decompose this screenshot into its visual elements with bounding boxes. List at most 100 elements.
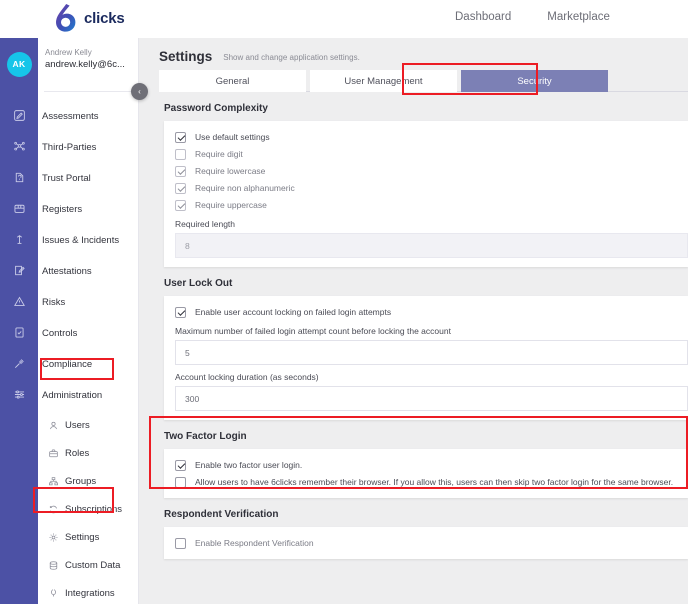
sidebar-item-users[interactable]: Users xyxy=(38,411,138,439)
required-length-input[interactable]: 8 xyxy=(175,233,688,258)
rail-icon-compliance[interactable] xyxy=(0,348,38,379)
max-attempts-input[interactable]: 5 xyxy=(175,340,688,365)
field-label-required-length: Required length xyxy=(175,219,236,229)
checkbox-require-non-alphanumeric[interactable] xyxy=(175,182,186,194)
top-bar: clicks Dashboard Marketplace xyxy=(0,0,688,38)
top-navigation: Dashboard Marketplace xyxy=(455,11,610,23)
panel-user-lock-out: Enable user account locking on failed lo… xyxy=(164,296,688,420)
administration-highlight xyxy=(40,358,114,380)
icon-rail: AK xyxy=(0,38,38,604)
checkbox-label: Require uppercase xyxy=(195,200,267,210)
field-label-max-attempts: Maximum number of failed login attempt c… xyxy=(175,326,451,336)
section-title-user-lock-out: User Lock Out xyxy=(164,278,233,289)
sidebar-collapse-button[interactable]: ‹ xyxy=(131,83,148,100)
checkbox-label: Require lowercase xyxy=(195,166,266,176)
sidebar-item-third-parties[interactable]: Third-Parties xyxy=(38,132,138,163)
checkbox-enable-respondent-verification[interactable] xyxy=(175,537,186,549)
rail-icon-registers[interactable] xyxy=(0,193,38,224)
checkbox-row-require-lowercase[interactable]: Require lowercase xyxy=(164,164,688,178)
section-title-respondent-verification: Respondent Verification xyxy=(164,509,279,520)
checkbox-row-enable-respondent-verification[interactable]: Enable Respondent Verification xyxy=(164,536,688,550)
checkbox-require-uppercase[interactable] xyxy=(175,199,186,211)
rail-icon-assessments[interactable] xyxy=(0,100,38,131)
settings-highlight xyxy=(33,487,114,513)
checkbox-row-use-default-settings[interactable]: Use default settings xyxy=(164,130,688,144)
checkbox-label: Enable Respondent Verification xyxy=(195,538,314,548)
rail-icon-trust-portal[interactable] xyxy=(0,162,38,193)
warning-triangle-icon xyxy=(13,296,25,306)
page-title: Settings xyxy=(159,49,213,64)
sidebar-item-trust-portal[interactable]: Trust Portal xyxy=(38,163,138,194)
sidebar-sub-label: Custom Data xyxy=(65,559,121,571)
avatar[interactable]: AK xyxy=(6,51,32,77)
plug-icon xyxy=(51,589,56,597)
topnav-item-dashboard[interactable]: Dashboard xyxy=(455,11,511,23)
document-signature-icon xyxy=(14,265,25,276)
sliders-icon xyxy=(14,390,24,399)
user-block[interactable]: Andrew Kelly andrew.kelly@6c... xyxy=(38,38,138,90)
checkbox-label: Enable user account locking on failed lo… xyxy=(195,307,392,317)
sidebar-item-assessments[interactable]: Assessments xyxy=(38,101,138,132)
checkbox-row-require-non-alphanumeric[interactable]: Require non alphanumeric xyxy=(164,181,688,195)
sidebar-item-roles[interactable]: Roles xyxy=(38,439,138,467)
sidebar-item-settings[interactable]: Settings xyxy=(38,523,138,551)
sidebar-item-issues-incidents[interactable]: Issues & Incidents xyxy=(38,225,138,256)
sidebar-item-risks[interactable]: Risks xyxy=(38,287,138,318)
gavel-icon xyxy=(14,359,24,369)
sidebar-item-list: Assessments Third-Parties Trust Portal R… xyxy=(38,92,138,604)
rail-icon-list xyxy=(0,90,38,410)
rail-icon-risks[interactable] xyxy=(0,286,38,317)
rail-icon-attestations[interactable] xyxy=(0,255,38,286)
checkbox-row-enable-user-lockout[interactable]: Enable user account locking on failed lo… xyxy=(164,305,688,319)
sidebar-item-integrations[interactable]: Integrations xyxy=(38,579,138,604)
sidebar-item-attestations[interactable]: Attestations xyxy=(38,256,138,287)
chevron-left-icon: ‹ xyxy=(138,86,141,96)
sidebar-sub-label: Settings xyxy=(65,531,100,543)
sidebar-sub-label: Groups xyxy=(65,475,97,487)
checkbox-row-require-digit[interactable]: Require digit xyxy=(164,147,688,161)
two-factor-login-highlight xyxy=(149,416,688,489)
brand-logo[interactable]: clicks xyxy=(52,2,125,34)
archive-box-icon xyxy=(13,204,25,213)
rail-icon-controls[interactable] xyxy=(0,317,38,348)
sidebar-sub-label: Users xyxy=(65,419,90,431)
tab-general[interactable]: General xyxy=(159,70,306,92)
main-content: Settings Show and change application set… xyxy=(139,38,688,604)
user-name: Andrew Kelly xyxy=(45,48,92,57)
rail-icon-administration[interactable] xyxy=(0,379,38,410)
sidebar-item-custom-data[interactable]: Custom Data xyxy=(38,551,138,579)
sidebar-sub-label: Roles xyxy=(65,447,90,459)
checkbox-require-lowercase[interactable] xyxy=(175,165,186,177)
checkbox-use-default-settings[interactable] xyxy=(175,131,186,143)
checkbox-require-digit[interactable] xyxy=(175,148,186,160)
topnav-item-marketplace[interactable]: Marketplace xyxy=(547,11,610,23)
field-label-locking-duration: Account locking duration (as seconds) xyxy=(175,372,319,382)
sidebar-sub-label: Integrations xyxy=(65,587,115,599)
sidebar-item-controls[interactable]: Controls xyxy=(38,318,138,349)
checklist-document-icon xyxy=(14,327,24,338)
user-icon xyxy=(50,421,57,429)
alert-tower-icon xyxy=(16,235,22,244)
security-tab-highlight xyxy=(402,63,538,95)
sidebar-item-registers[interactable]: Registers xyxy=(38,194,138,225)
checkbox-label: Use default settings xyxy=(195,132,270,142)
rail-icon-third-parties[interactable] xyxy=(0,131,38,162)
sidebar-item-administration[interactable]: Administration xyxy=(38,380,138,411)
user-email: andrew.kelly@6c... xyxy=(45,59,125,70)
gear-icon xyxy=(49,533,58,541)
checkbox-label: Require non alphanumeric xyxy=(195,183,295,193)
checkbox-label: Require digit xyxy=(195,149,243,159)
org-chart-icon xyxy=(49,476,58,485)
locking-duration-input[interactable]: 300 xyxy=(175,386,688,411)
section-title-password-complexity: Password Complexity xyxy=(164,103,268,114)
checkbox-row-require-uppercase[interactable]: Require uppercase xyxy=(164,198,688,212)
sidebar-nav-panel: Andrew Kelly andrew.kelly@6c... Assessme… xyxy=(38,38,139,604)
panel-respondent-verification: Enable Respondent Verification xyxy=(164,527,688,559)
assessment-pencil-icon xyxy=(13,110,25,121)
shield-document-icon xyxy=(15,172,23,183)
sixclicks-logo-icon xyxy=(56,4,76,32)
page-subtitle: Show and change application settings. xyxy=(223,53,360,62)
rail-icon-issues-incidents[interactable] xyxy=(0,224,38,255)
panel-password-complexity: Use default settings Require digit Requi… xyxy=(164,121,688,267)
checkbox-enable-user-lockout[interactable] xyxy=(175,306,186,318)
